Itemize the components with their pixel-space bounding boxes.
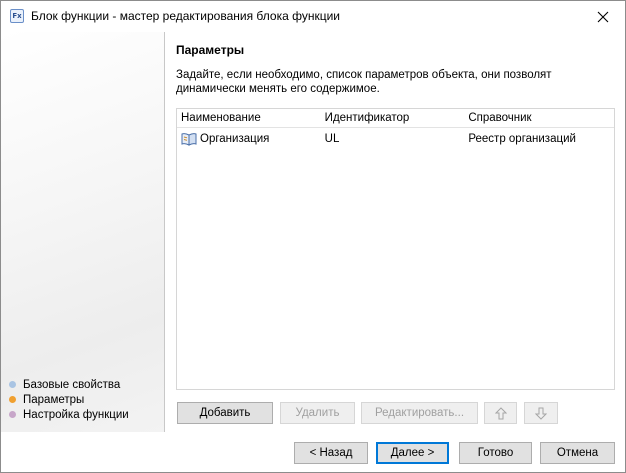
row-name-text: Организация (200, 133, 270, 145)
cell-name: Организация (177, 132, 321, 146)
step-label: Параметры (23, 393, 85, 406)
finish-button[interactable]: Готово (459, 442, 532, 464)
list-header: Наименование Идентификатор Справочник (177, 109, 614, 128)
cell-identifier: UL (324, 133, 340, 145)
move-down-button[interactable] (524, 402, 558, 424)
edit-button[interactable]: Редактировать... (361, 402, 478, 424)
move-up-button[interactable] (484, 402, 517, 424)
wizard-window: Fx Блок функции - мастер редактирования … (0, 0, 626, 473)
step-function-settings: Настройка функции (9, 407, 129, 422)
wizard-content: Параметры Задайте, если необходимо, спис… (166, 32, 625, 432)
step-parameters: Параметры (9, 392, 129, 407)
table-row[interactable]: Организация UL Реестр организаций (177, 129, 614, 149)
step-dot-icon (9, 396, 16, 403)
parameters-list[interactable]: Наименование Идентификатор Справочник Ор… (176, 108, 615, 390)
step-dot-icon (9, 411, 16, 418)
close-button[interactable] (581, 1, 625, 32)
wizard-steps-pane: Базовые свойства Параметры Настройка фун… (1, 32, 165, 432)
window-title: Блок функции - мастер редактирования бло… (31, 9, 340, 23)
cell-dictionary: Реестр организаций (468, 133, 576, 145)
arrow-up-icon (494, 406, 507, 419)
step-basic-properties: Базовые свойства (9, 377, 129, 392)
column-header-identifier[interactable]: Идентификатор (321, 112, 465, 124)
step-label: Базовые свойства (23, 378, 121, 391)
column-header-name[interactable]: Наименование (177, 112, 321, 124)
page-title: Параметры (176, 43, 245, 57)
next-button[interactable]: Далее > (376, 442, 449, 464)
add-button[interactable]: Добавить (177, 402, 273, 424)
wizard-steps: Базовые свойства Параметры Настройка фун… (9, 377, 129, 422)
cancel-button[interactable]: Отмена (540, 442, 615, 464)
delete-button[interactable]: Удалить (280, 402, 355, 424)
step-dot-icon (9, 381, 16, 388)
book-icon (181, 133, 197, 146)
close-icon (597, 11, 609, 22)
step-label: Настройка функции (23, 408, 129, 421)
title-bar: Fx Блок функции - мастер редактирования … (1, 1, 625, 32)
column-header-dictionary[interactable]: Справочник (464, 112, 614, 124)
page-description: Задайте, если необходимо, список парамет… (176, 69, 552, 95)
back-button[interactable]: < Назад (294, 442, 368, 464)
arrow-down-icon (535, 407, 547, 420)
function-block-icon: Fx (10, 9, 24, 23)
